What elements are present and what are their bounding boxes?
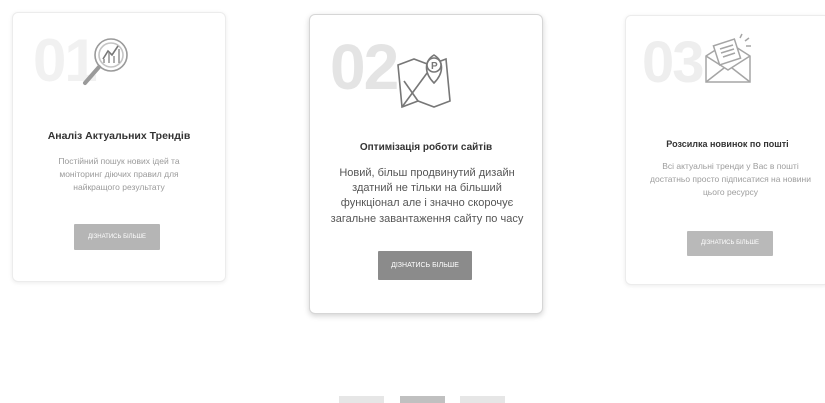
card-description: Новий, більш продвинутий дизайн здатний … bbox=[330, 167, 524, 225]
card-title: Аналіз Актуальних Трендів bbox=[47, 130, 191, 142]
learn-more-button[interactable]: Дізнатись більше bbox=[378, 251, 472, 280]
map-parking-pin-icon: P bbox=[394, 47, 456, 109]
magnifier-chart-icon bbox=[77, 33, 135, 91]
card-title: Оптимізація роботи сайтів bbox=[359, 142, 493, 153]
svg-text:P: P bbox=[431, 61, 438, 72]
carousel-pagination bbox=[339, 396, 509, 403]
card-title: Розсилка новинок по пошті bbox=[666, 139, 789, 149]
learn-more-button[interactable]: Дізнатись більше bbox=[74, 224, 160, 250]
feature-card-newsletter: 03 Розсилка новинок по пошті Всі актуаль… bbox=[625, 15, 825, 285]
pagination-dot-2-active[interactable] bbox=[400, 396, 445, 403]
card-description: Всі актуальні тренди у Вас в пошті доста… bbox=[650, 161, 811, 197]
feature-card-optimization: 02 P Оптимізація роботи сайтів Новий, бі… bbox=[309, 14, 543, 314]
envelope-newsletter-icon bbox=[700, 32, 756, 86]
learn-more-button[interactable]: Дізнатись більше bbox=[687, 231, 773, 256]
feature-card-trends: 01 Аналіз Актуальних Трендів Постійний п… bbox=[12, 12, 226, 282]
card-description: Постійний пошук нових ідей та моніторинг… bbox=[58, 156, 180, 192]
pagination-dot-3[interactable] bbox=[460, 396, 505, 403]
pagination-dot-1[interactable] bbox=[339, 396, 384, 403]
card-number: 03 bbox=[642, 30, 704, 95]
card-number: 02 bbox=[330, 31, 399, 103]
